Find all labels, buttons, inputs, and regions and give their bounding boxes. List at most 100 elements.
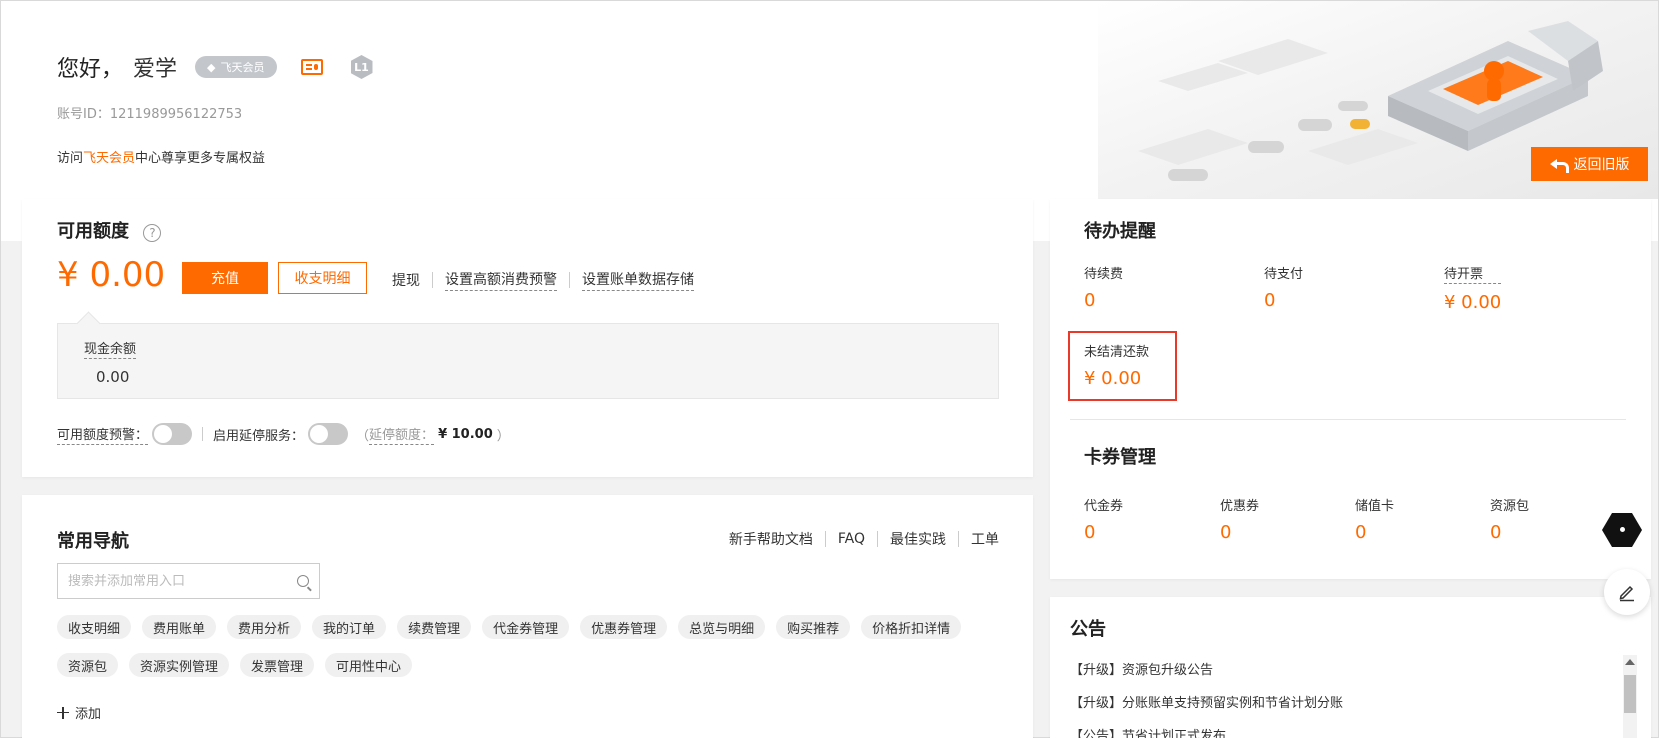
todo-label: 待支付 [1264, 267, 1304, 282]
nav-tag[interactable]: 优惠券管理 [580, 615, 668, 639]
nav-tag[interactable]: 发票管理 [240, 653, 315, 677]
coupon-item-resource-pack[interactable]: 资源包 0 [1490, 495, 1529, 543]
todo-label: 待开票 [1444, 263, 1502, 284]
statement-button[interactable]: 收支明细 [278, 262, 367, 294]
high-spend-alert-link[interactable]: 设置高额消费预警 [445, 269, 557, 291]
todo-value: 0 [1084, 290, 1096, 311]
coupon-value: 0 [1490, 522, 1502, 543]
pencil-icon [1619, 585, 1634, 602]
nav-tag[interactable]: 费用账单 [142, 615, 217, 639]
coupon-label: 储值卡 [1355, 499, 1395, 514]
return-old-version-button[interactable]: 返回旧版 [1531, 147, 1648, 181]
divider [958, 531, 959, 547]
beginner-help-link[interactable]: 新手帮助文档 [729, 529, 813, 549]
nav-tag[interactable]: 收支明细 [57, 615, 132, 639]
coupon-label: 资源包 [1490, 499, 1530, 514]
coupon-item-voucher[interactable]: 代金券 0 [1084, 495, 1123, 543]
search-icon[interactable] [297, 575, 309, 587]
common-navigation-title: 常用导航 [57, 531, 129, 552]
edit-button[interactable] [1604, 569, 1650, 615]
announcement-item[interactable]: 【升级】分账账单支持预留实例和节省计划分账 [1070, 692, 1610, 711]
nav-tag[interactable]: 我的订单 [312, 615, 387, 639]
promo-prefix: 访问 [57, 151, 84, 166]
nav-tag[interactable]: 可用性中心 [325, 653, 413, 677]
member-center-promo: 访问飞天会员中心尊享更多专属权益 [57, 147, 265, 166]
cash-balance-label: 现金余额 [84, 338, 137, 359]
nav-tag[interactable]: 费用分析 [227, 615, 302, 639]
add-shortcut-button[interactable]: 添加 [57, 703, 101, 722]
dot-icon [1620, 527, 1625, 532]
announcement-list: 【升级】资源包升级公告 【升级】分账账单支持预留实例和节省计划分账 【公告】节省… [1070, 659, 1610, 738]
coupon-item-stored-value-card[interactable]: 储值卡 0 [1355, 495, 1394, 543]
todo-value: ¥ 0.00 [1444, 292, 1502, 313]
best-practice-link[interactable]: 最佳实践 [890, 529, 946, 549]
nav-tag[interactable]: 价格折扣详情 [861, 615, 962, 639]
coupon-value: 0 [1355, 522, 1367, 543]
todo-item-payment[interactable]: 待支付 0 [1264, 263, 1303, 311]
nav-tag[interactable]: 资源实例管理 [129, 653, 230, 677]
announcement-scrollbar[interactable] [1623, 655, 1637, 738]
delay-service-toggle[interactable] [308, 423, 349, 445]
floating-assistant-widget[interactable] [1602, 513, 1650, 553]
help-links: 新手帮助文档 FAQ 最佳实践 工单 [729, 529, 999, 549]
divider [432, 272, 433, 288]
diamond-icon: ◆ [207, 60, 216, 74]
todo-value: 0 [1264, 290, 1276, 311]
add-shortcut-label: 添加 [75, 707, 102, 722]
coupon-value: 0 [1220, 522, 1232, 543]
todo-label: 未结清还款 [1084, 345, 1150, 360]
level-badge-icon[interactable]: L1 [350, 55, 373, 79]
todo-reminder-title: 待办提醒 [1084, 221, 1156, 242]
announcement-item[interactable]: 【升级】资源包升级公告 [1070, 659, 1610, 678]
id-card-icon[interactable] [300, 59, 323, 75]
nav-tag[interactable]: 代金券管理 [482, 615, 570, 639]
scroll-up-arrow-icon[interactable] [1625, 659, 1635, 665]
coupon-item-discount[interactable]: 优惠券 0 [1220, 495, 1259, 543]
delay-quota-close-paren: ） [496, 428, 510, 444]
nav-tag[interactable]: 总览与明细 [678, 615, 766, 639]
username: 爱学 [133, 57, 178, 82]
plus-icon [57, 706, 69, 719]
nav-tag[interactable]: 购买推荐 [776, 615, 851, 639]
member-badge-label: 飞天会员 [220, 61, 265, 74]
available-credit-title: 可用额度 [57, 221, 129, 242]
nav-tag[interactable]: 资源包 [57, 653, 119, 677]
todo-item-renewal[interactable]: 待续费 0 [1084, 263, 1123, 311]
todo-value: ¥ 0.00 [1084, 368, 1142, 389]
nav-tag-list: 收支明细 费用账单 费用分析 我的订单 续费管理 代金券管理 优惠券管理 总览与… [57, 615, 1007, 677]
announcement-item[interactable]: 【公告】节省计划正式发布 [1070, 725, 1610, 738]
divider [569, 272, 570, 288]
credit-alert-toggle[interactable] [152, 423, 193, 445]
faq-link[interactable]: FAQ [838, 531, 865, 547]
cash-balance-value: 0.00 [96, 368, 130, 386]
member-center-link[interactable]: 飞天会员 [83, 151, 135, 166]
help-icon[interactable]: ? [143, 224, 162, 242]
todo-item-unsettled-repayment[interactable]: 未结清还款 ¥ 0.00 [1084, 341, 1149, 389]
recharge-button[interactable]: 充值 [182, 262, 268, 294]
delay-quota-value: ¥ 10.00 [438, 426, 493, 442]
credit-alert-label: 可用额度预警： [57, 424, 149, 445]
nav-tag[interactable]: 续费管理 [397, 615, 472, 639]
coupon-label: 代金券 [1084, 499, 1124, 514]
available-credit-amount: ¥ 0.00 [57, 255, 166, 295]
announcement-title: 公告 [1070, 619, 1106, 640]
balance-action-links: 提现 设置高额消费预警 设置账单数据存储 [392, 269, 694, 291]
withdraw-link[interactable]: 提现 [392, 270, 420, 290]
announcement-card: 公告 【升级】资源包升级公告 【升级】分账账单支持预留实例和节省计划分账 【公告… [1050, 597, 1651, 738]
return-old-version-label: 返回旧版 [1573, 157, 1630, 173]
ticket-link[interactable]: 工单 [971, 529, 999, 549]
account-id: 账号ID：1211989956122753 [57, 107, 243, 122]
return-arrow-icon [1549, 158, 1569, 173]
nav-search-input[interactable] [68, 573, 288, 589]
coupon-management-title: 卡券管理 [1084, 447, 1156, 468]
todo-item-invoice[interactable]: 待开票 ¥ 0.00 [1444, 263, 1502, 313]
coupon-label: 优惠券 [1220, 499, 1260, 514]
todo-label: 待续费 [1084, 267, 1124, 282]
common-navigation-card: 常用导航 新手帮助文档 FAQ 最佳实践 工单 收支明细 费用账单 费用分析 我… [22, 495, 1033, 738]
scroll-thumb[interactable] [1624, 675, 1636, 713]
delay-quota-label: 延停额度： [369, 424, 435, 445]
delay-quota-open-paren: （ [356, 428, 370, 444]
coupon-value: 0 [1084, 522, 1096, 543]
member-badge[interactable]: ◆ 飞天会员 [195, 56, 277, 78]
bill-storage-link[interactable]: 设置账单数据存储 [582, 269, 694, 291]
